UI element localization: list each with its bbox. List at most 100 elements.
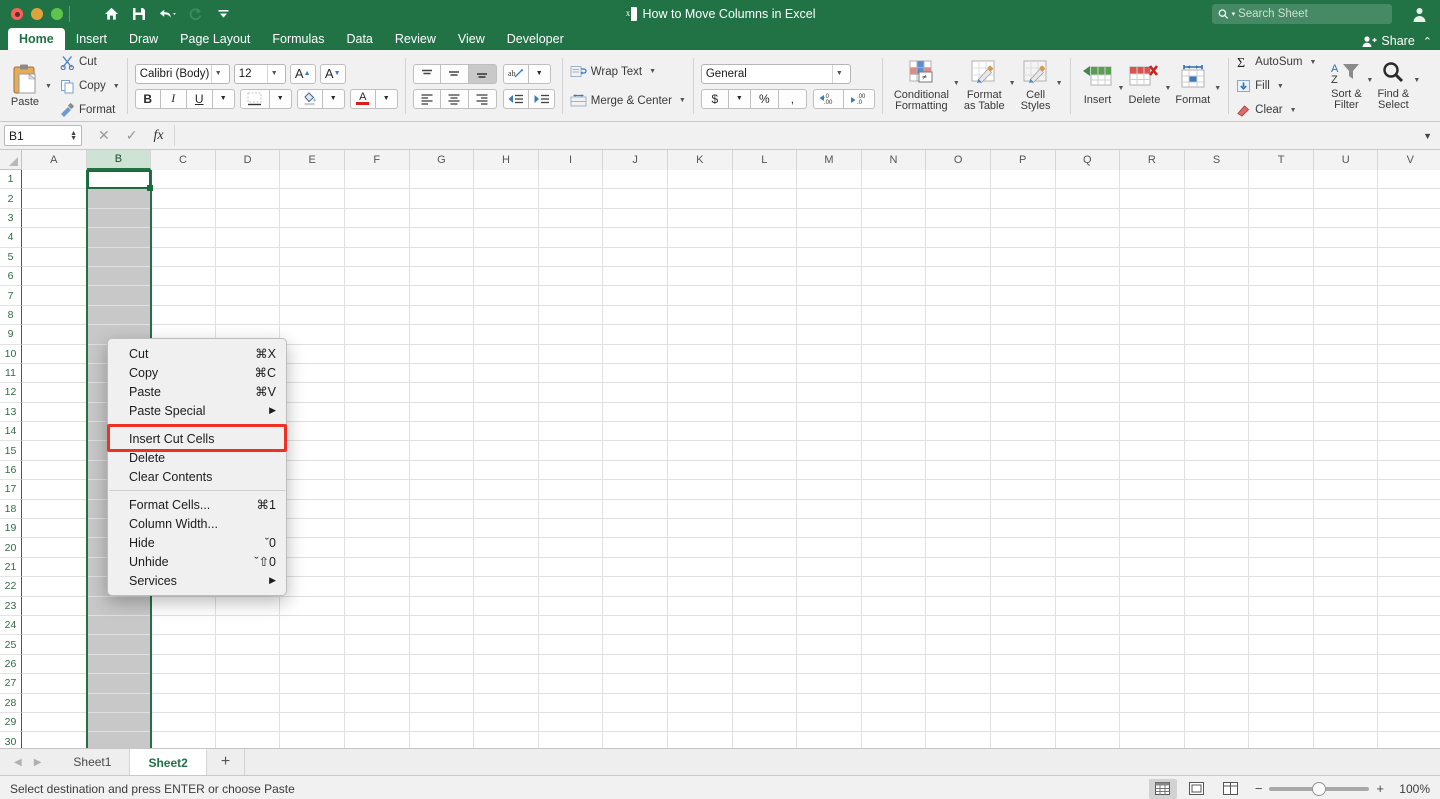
- cell-M18[interactable]: [797, 499, 862, 520]
- cell-Q9[interactable]: [1055, 325, 1121, 345]
- cell-K15[interactable]: [667, 441, 733, 461]
- cell-I23[interactable]: [538, 596, 604, 616]
- cell-T24[interactable]: [1249, 615, 1314, 636]
- cell-U25[interactable]: [1313, 635, 1379, 655]
- cell-I19[interactable]: [538, 519, 604, 539]
- wrap-text-dropdown-icon[interactable]: ▼: [649, 68, 656, 75]
- clear-dropdown-icon[interactable]: ▼: [1290, 107, 1297, 114]
- cell-P5[interactable]: [990, 247, 1056, 267]
- cell-P22[interactable]: [990, 577, 1056, 597]
- cell-J8[interactable]: [603, 305, 668, 326]
- cell-D8[interactable]: [215, 305, 281, 326]
- cell-N3[interactable]: [861, 208, 927, 229]
- cell-M14[interactable]: [797, 422, 862, 442]
- cell-O18[interactable]: [926, 499, 991, 520]
- row-header-26[interactable]: 26: [0, 654, 22, 675]
- cell-A6[interactable]: [22, 266, 87, 287]
- cell-L5[interactable]: [732, 247, 798, 267]
- cell-U4[interactable]: [1313, 228, 1379, 248]
- cell-K22[interactable]: [667, 577, 733, 597]
- cell-V21[interactable]: [1378, 558, 1440, 578]
- share-button[interactable]: Share: [1362, 34, 1415, 48]
- cell-G16[interactable]: [409, 460, 475, 481]
- cell-P6[interactable]: [990, 266, 1056, 287]
- menu-item-delete[interactable]: Delete: [108, 448, 286, 467]
- cell-R20[interactable]: [1120, 538, 1185, 558]
- cell-H18[interactable]: [474, 499, 539, 520]
- cell-D4[interactable]: [215, 228, 281, 248]
- cell-A8[interactable]: [22, 305, 87, 326]
- cell-T21[interactable]: [1249, 557, 1314, 578]
- cell-S9[interactable]: [1184, 325, 1250, 345]
- name-box[interactable]: B1 ▲ ▼: [4, 125, 82, 146]
- cell-I11[interactable]: [538, 363, 604, 384]
- cell-S4[interactable]: [1184, 228, 1250, 248]
- cell-Q17[interactable]: [1055, 480, 1121, 500]
- cell-E10[interactable]: [280, 344, 345, 364]
- cell-R22[interactable]: [1120, 577, 1185, 597]
- chevron-down-icon[interactable]: ▼: [831, 64, 846, 83]
- zoom-in-button[interactable]: +: [1376, 781, 1384, 796]
- delete-cells-dropdown-icon[interactable]: ▼: [1164, 85, 1171, 92]
- cell-N17[interactable]: [861, 480, 927, 500]
- cell-L24[interactable]: [732, 615, 798, 636]
- cell-E20[interactable]: [280, 538, 345, 558]
- cell-N13[interactable]: [861, 402, 927, 423]
- cell-J27[interactable]: [603, 674, 668, 694]
- cell-U17[interactable]: [1313, 480, 1379, 500]
- cell-P28[interactable]: [990, 693, 1056, 713]
- cell-V15[interactable]: [1378, 441, 1440, 461]
- cell-U20[interactable]: [1313, 538, 1379, 558]
- decrease-font-size-button[interactable]: A ▼: [319, 63, 346, 84]
- cell-Q15[interactable]: [1055, 441, 1121, 461]
- cell-D1[interactable]: [215, 170, 281, 190]
- cell-I30[interactable]: [539, 732, 604, 748]
- cell-T2[interactable]: [1249, 189, 1314, 209]
- align-bottom-button[interactable]: [468, 63, 497, 84]
- cell-T28[interactable]: [1249, 693, 1314, 713]
- menu-item-paste-special[interactable]: Paste Special ▶: [108, 401, 286, 420]
- cell-A30[interactable]: [22, 732, 87, 748]
- cell-E2[interactable]: [280, 189, 345, 209]
- page-layout-view-button[interactable]: [1183, 779, 1211, 799]
- column-header-t[interactable]: T: [1249, 150, 1314, 170]
- cell-O23[interactable]: [926, 596, 991, 616]
- cell-E19[interactable]: [280, 519, 345, 539]
- cell-V14[interactable]: [1378, 422, 1440, 442]
- cell-U15[interactable]: [1313, 441, 1379, 461]
- cell-P29[interactable]: [990, 712, 1056, 733]
- cell-E30[interactable]: [280, 732, 345, 748]
- cell-R24[interactable]: [1120, 615, 1185, 636]
- cell-I4[interactable]: [538, 228, 604, 248]
- cell-H14[interactable]: [474, 422, 539, 442]
- maximize-window-button[interactable]: [51, 8, 63, 20]
- row-header-11[interactable]: 11: [0, 363, 22, 384]
- row-header-17[interactable]: 17: [0, 480, 22, 500]
- cell-T25[interactable]: [1249, 635, 1314, 655]
- cell-A28[interactable]: [22, 693, 87, 713]
- row-header-6[interactable]: 6: [0, 266, 22, 287]
- save-icon[interactable]: [126, 3, 152, 25]
- cell-E27[interactable]: [280, 674, 345, 694]
- cell-S30[interactable]: [1185, 732, 1250, 748]
- cell-U27[interactable]: [1313, 674, 1379, 694]
- cell-N27[interactable]: [861, 674, 927, 694]
- cell-F4[interactable]: [344, 228, 410, 248]
- cell-H3[interactable]: [474, 208, 539, 229]
- cell-Q3[interactable]: [1055, 208, 1121, 229]
- cell-R8[interactable]: [1120, 305, 1185, 326]
- cell-F15[interactable]: [344, 441, 410, 461]
- cell-Q11[interactable]: [1055, 363, 1121, 384]
- cell-A12[interactable]: [22, 383, 87, 403]
- paste-button[interactable]: Paste: [5, 61, 45, 111]
- cell-M25[interactable]: [797, 635, 862, 655]
- cell-J9[interactable]: [603, 325, 668, 345]
- cell-L25[interactable]: [732, 635, 798, 655]
- decrease-decimal-button[interactable]: .00.0: [843, 88, 875, 109]
- cell-U10[interactable]: [1313, 344, 1379, 364]
- cell-Q26[interactable]: [1055, 654, 1121, 675]
- cell-S15[interactable]: [1184, 441, 1250, 461]
- sheet-tab-sheet1[interactable]: Sheet1: [55, 749, 131, 775]
- cell-T14[interactable]: [1249, 422, 1314, 442]
- cell-D25[interactable]: [215, 635, 281, 655]
